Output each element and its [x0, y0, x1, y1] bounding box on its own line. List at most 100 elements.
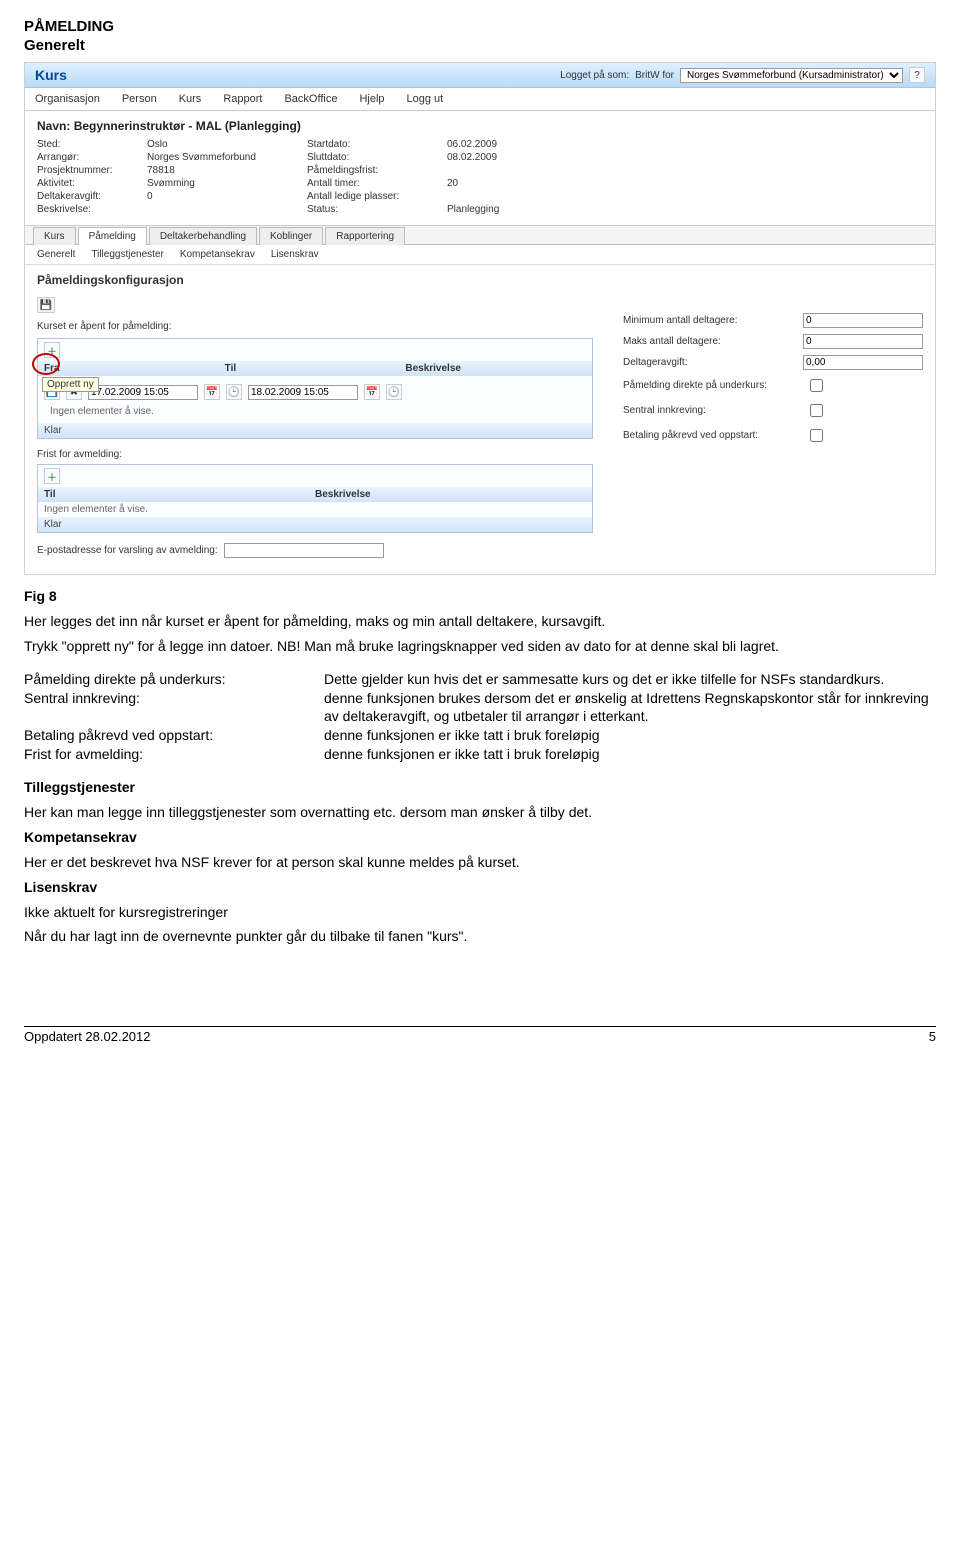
- add-row-icon[interactable]: ＋: [44, 468, 60, 484]
- closing: Når du har lagt inn de overnevnte punkte…: [24, 927, 936, 946]
- menu-kurs[interactable]: Kurs: [179, 93, 202, 105]
- def-term: Påmelding direkte på underkurs:: [24, 670, 324, 689]
- help-icon[interactable]: ?: [909, 67, 925, 83]
- direkte-label: Påmelding direkte på underkurs:: [623, 380, 806, 391]
- right-settings: Minimum antall deltagere: Maks antall de…: [623, 313, 923, 558]
- detail-value: [147, 204, 307, 215]
- panel1-header: Fra Til Beskrivelse: [38, 361, 592, 376]
- logged-in-label: Logget på som:: [560, 70, 629, 81]
- detail-label: Aktivitet:: [37, 178, 147, 189]
- def-desc: denne funksjonen er ikke tatt i bruk for…: [324, 745, 936, 764]
- menu-hjelp[interactable]: Hjelp: [359, 93, 384, 105]
- app-screenshot: Kurs Logget på som: BritW for Norges Svø…: [24, 62, 936, 575]
- detail-value: Svømming: [147, 178, 307, 189]
- tab-kurs[interactable]: Kurs: [33, 227, 76, 245]
- col-til: Til: [44, 489, 315, 500]
- detail-label: Arrangør:: [37, 152, 147, 163]
- tab-koblinger[interactable]: Koblinger: [259, 227, 323, 245]
- save-all-icon[interactable]: 💾: [37, 297, 55, 313]
- footer-right: 5: [929, 1029, 936, 1044]
- app-title: Kurs: [35, 67, 67, 83]
- tab-rapportering[interactable]: Rapportering: [325, 227, 405, 245]
- course-name-label: Navn:: [37, 119, 70, 133]
- config-section: Påmeldingskonfigurasjon 💾 Kurset er åpen…: [25, 265, 935, 574]
- betaling-checkbox[interactable]: [810, 429, 823, 442]
- fig-label: Fig 8: [24, 588, 57, 604]
- menu-loggut[interactable]: Logg ut: [407, 93, 444, 105]
- def-desc: denne funksjonen brukes dersom det er øn…: [324, 689, 936, 727]
- detail-label: Sted:: [37, 139, 147, 150]
- direkte-checkbox[interactable]: [810, 379, 823, 392]
- page-footer: Oppdatert 28.02.2012 5: [24, 1026, 936, 1044]
- panel2-footer: Klar: [38, 517, 592, 532]
- min-deltagere-input[interactable]: [803, 313, 923, 328]
- tillegg-body: Her kan man legge inn tilleggstjenester …: [24, 803, 936, 822]
- col-til: Til: [225, 363, 406, 374]
- header-right: Logget på som: BritW for Norges Svømmefo…: [560, 67, 925, 83]
- footer-left: Oppdatert 28.02.2012: [24, 1029, 151, 1044]
- subtab-generelt[interactable]: Generelt: [37, 249, 75, 260]
- til-input[interactable]: [248, 385, 358, 400]
- betaling-label: Betaling påkrevd ved oppstart:: [623, 430, 806, 441]
- menu-organisasjon[interactable]: Organisasjon: [35, 93, 100, 105]
- tab-deltakerbehandling[interactable]: Deltakerbehandling: [149, 227, 257, 245]
- menu-person[interactable]: Person: [122, 93, 157, 105]
- max-deltagere-input[interactable]: [803, 334, 923, 349]
- clock-icon[interactable]: 🕒: [386, 384, 402, 400]
- subtab-tillegg[interactable]: Tilleggstjenester: [91, 249, 163, 260]
- col-beskrivelse: Beskrivelse: [315, 489, 586, 500]
- def-desc: Dette gjelder kun hvis det er sammesatte…: [324, 670, 936, 689]
- detail-value: Oslo: [147, 139, 307, 150]
- detail-label: Antall timer:: [307, 178, 447, 189]
- detail-value: 20: [447, 178, 607, 189]
- panel2-empty: Ingen elementer å vise.: [38, 502, 592, 517]
- logged-in-user: BritW for: [635, 70, 674, 81]
- menu-rapport[interactable]: Rapport: [223, 93, 262, 105]
- subtab-kompetanse[interactable]: Kompetansekrav: [180, 249, 255, 260]
- detail-value: 0: [147, 191, 307, 202]
- course-name-value: Begynnerinstruktør - MAL (Planlegging): [74, 119, 301, 133]
- lisens-head: Lisenskrav: [24, 878, 936, 897]
- menu-backoffice[interactable]: BackOffice: [284, 93, 337, 105]
- sub-tabs: Generelt Tilleggstjenester Kompetansekra…: [25, 245, 935, 265]
- course-details: Navn: Begynnerinstruktør - MAL (Planlegg…: [25, 111, 935, 226]
- panel2-header: Til Beskrivelse: [38, 487, 592, 502]
- col-fra: Fra: [44, 363, 225, 374]
- main-menu: Organisasjon Person Kurs Rapport BackOff…: [25, 88, 935, 111]
- calendar-icon[interactable]: 📅: [204, 384, 220, 400]
- doc-heading: PÅMELDING: [24, 18, 936, 35]
- detail-label: Beskrivelse:: [37, 204, 147, 215]
- frist-label: Frist for avmelding:: [37, 449, 593, 460]
- tab-pamelding[interactable]: Påmelding: [78, 227, 147, 245]
- tillegg-head: Tilleggstjenester: [24, 778, 936, 797]
- fra-input[interactable]: [88, 385, 198, 400]
- col-beskrivelse: Beskrivelse: [405, 363, 586, 374]
- add-row-icon[interactable]: ＋: [44, 342, 60, 358]
- sentral-checkbox[interactable]: [810, 404, 823, 417]
- detail-value: [447, 165, 607, 176]
- detail-label: Antall ledige plasser:: [307, 191, 447, 202]
- clock-icon[interactable]: 🕒: [226, 384, 242, 400]
- intro-p2: Trykk "opprett ny" for å legge inn datoe…: [24, 637, 936, 656]
- org-select[interactable]: Norges Svømmeforbund (Kursadministrator): [680, 68, 903, 83]
- komp-body: Her er det beskrevet hva NSF krever for …: [24, 853, 936, 872]
- intro-p1: Her legges det inn når kurset er åpent f…: [24, 612, 936, 631]
- panel1-footer: Klar: [38, 423, 592, 438]
- deltageravgift-label: Deltageravgift:: [623, 357, 803, 368]
- deltageravgift-input[interactable]: [803, 355, 923, 370]
- detail-value: [447, 191, 607, 202]
- detail-value: Planlegging: [447, 204, 607, 215]
- doc-subheading: Generelt: [24, 37, 936, 54]
- detail-value: 78818: [147, 165, 307, 176]
- subtab-lisens[interactable]: Lisenskrav: [271, 249, 319, 260]
- open-label: Kurset er åpent for påmelding:: [37, 321, 593, 332]
- max-deltagere-label: Maks antall deltagere:: [623, 336, 803, 347]
- panel1-empty: Ingen elementer å vise.: [44, 404, 586, 419]
- inner-tabs: Kurs Påmelding Deltakerbehandling Koblin…: [25, 226, 935, 245]
- detail-label: Status:: [307, 204, 447, 215]
- calendar-icon[interactable]: 📅: [364, 384, 380, 400]
- epost-input[interactable]: [224, 543, 384, 558]
- detail-label: Deltakeravgift:: [37, 191, 147, 202]
- tooltip-opprett-ny: Opprett ny: [42, 377, 99, 392]
- detail-value: Norges Svømmeforbund: [147, 152, 307, 163]
